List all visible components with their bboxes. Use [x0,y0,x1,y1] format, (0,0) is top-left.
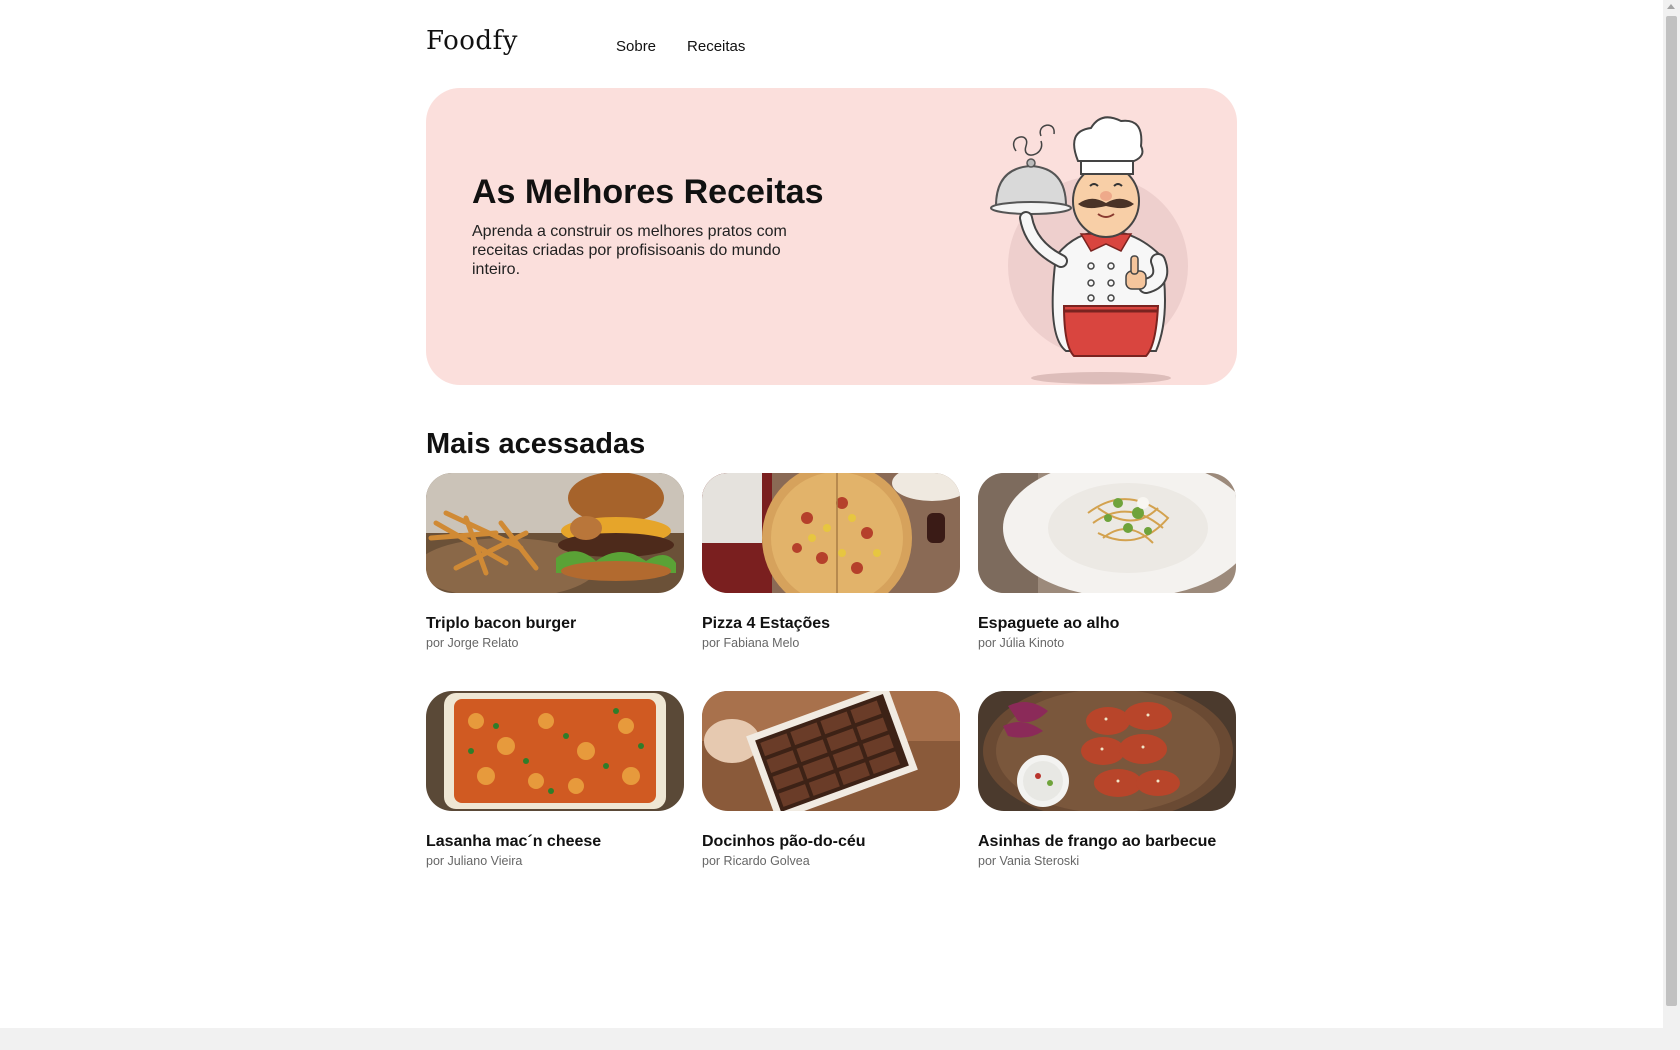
recipe-title[interactable]: Docinhos pão-do-céu [702,833,960,851]
logo[interactable]: Foodfy [426,26,518,56]
recipe-author: por Vania Steroski [978,854,1080,868]
recipe-title[interactable]: Pizza 4 Estações [702,615,960,633]
vertical-scrollbar[interactable] [1663,0,1680,1050]
recipe-image-spaghetti[interactable] [978,473,1236,593]
section-title: Mais acessadas [426,428,646,460]
recipe-card[interactable]: Pizza 4 Estações por Fabiana Melo [702,473,960,650]
recipe-card[interactable]: Asinhas de frango ao barbecue por Vania … [978,691,1236,868]
nav-link-sobre[interactable]: Sobre [616,38,656,55]
chef-illustration [990,116,1188,384]
recipe-title[interactable]: Lasanha mac´n cheese [426,833,684,851]
recipe-card[interactable]: Triplo bacon burger por Jorge Relato [426,473,684,650]
recipe-author: por Ricardo Golvea [702,854,810,868]
recipe-title[interactable]: Espaguete ao alho [978,615,1236,633]
main-nav: Sobre Receitas [616,38,745,55]
recipe-image-burger[interactable] [426,473,684,593]
hero-subtitle: Aprenda a construir os melhores pratos c… [472,223,787,278]
recipe-author: por Jorge Relato [426,636,519,650]
nav-link-receitas[interactable]: Receitas [687,38,745,55]
recipe-author: por Fabiana Melo [702,636,800,650]
recipe-title[interactable]: Triplo bacon burger [426,615,684,633]
recipe-image-pizza[interactable] [702,473,960,593]
recipe-author: por Juliano Vieira [426,854,523,868]
scrollbar-thumb[interactable] [1666,16,1677,1006]
recipe-image-lasagna[interactable] [426,691,684,811]
site-header: Foodfy Sobre Receitas [426,22,1236,72]
hero-banner: As Melhores Receitas Aprenda a construir… [426,88,1237,385]
recipe-grid: Triplo bacon burger por Jorge Relato Piz… [426,473,1238,868]
scroll-up-arrow-icon[interactable] [1667,4,1675,9]
recipe-image-wings[interactable] [978,691,1236,811]
hero-title: As Melhores Receitas [472,173,824,211]
recipe-card[interactable]: Espaguete ao alho por Júlia Kinoto [978,473,1236,650]
recipe-image-chocolates[interactable] [702,691,960,811]
recipe-card[interactable]: Lasanha mac´n cheese por Juliano Vieira [426,691,684,868]
recipe-title[interactable]: Asinhas de frango ao barbecue [978,833,1236,851]
recipe-card[interactable]: Docinhos pão-do-céu por Ricardo Golvea [702,691,960,868]
horizontal-scrollbar[interactable] [0,1028,1663,1050]
recipe-author: por Júlia Kinoto [978,636,1065,650]
page: Foodfy Sobre Receitas As Melhores Receit… [0,0,1663,1028]
